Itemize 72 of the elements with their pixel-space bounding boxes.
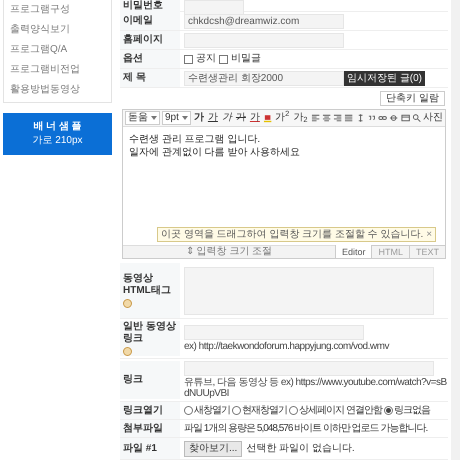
radio-button[interactable] xyxy=(289,406,298,415)
caret-icon xyxy=(151,116,157,120)
banner-title: 배 너 샘 플 xyxy=(33,120,82,134)
table-icon[interactable] xyxy=(400,113,410,123)
hint-text: ex) http://taekwondoforum.happyjung.com/vod.wmv xyxy=(184,341,390,352)
shortcut-button[interactable]: 단축키 일람 xyxy=(380,91,445,106)
font-select[interactable]: 돋움 xyxy=(125,111,160,125)
align-right-icon[interactable] xyxy=(333,113,342,123)
align-left-icon[interactable] xyxy=(310,113,320,123)
search-icon[interactable] xyxy=(412,113,421,123)
format-button[interactable]: 가$_{2}$ xyxy=(292,112,308,124)
option-label: 비밀글 xyxy=(231,53,261,65)
radio-label: 현재창열기 xyxy=(242,404,287,416)
radio-button[interactable] xyxy=(384,406,393,415)
radio-button[interactable] xyxy=(232,406,241,415)
editor-text: 일자에 관계없이 다름 받아 사용하세요 xyxy=(129,146,302,159)
help-icon[interactable] xyxy=(123,299,132,308)
format-button[interactable]: 가 xyxy=(192,112,205,124)
field-label: 일반 동영상 링크 xyxy=(123,321,177,345)
field-label: 비밀번호 xyxy=(123,0,164,12)
browse-button[interactable]: 찾아보기... xyxy=(184,440,242,456)
photo-button[interactable]: 사진 xyxy=(423,112,443,124)
file-status: 선택한 파일이 없습니다. xyxy=(246,442,355,454)
radio-label: 새창열기 xyxy=(194,404,230,416)
close-button[interactable]: × xyxy=(426,228,432,241)
resize-handle[interactable]: ⇕ 입력창 크기 조절 xyxy=(123,245,335,258)
option-label: 공지 xyxy=(196,53,216,65)
format-button[interactable]: 가 xyxy=(234,112,247,124)
input-field[interactable]: chkdcsh@dreamwiz.com xyxy=(184,14,344,28)
input-field[interactable] xyxy=(184,32,344,48)
banner[interactable]: 배 너 샘 플 가로 210px xyxy=(3,113,112,155)
checkbox[interactable] xyxy=(219,54,228,64)
field-label: 파일 #1 xyxy=(123,442,158,454)
input-field[interactable] xyxy=(184,325,364,340)
sidebar-item[interactable]: 프로그램비전업 xyxy=(4,60,111,80)
sidebar-item[interactable]: 활용방법동영상 xyxy=(4,80,111,100)
field-label: 홈페이지 xyxy=(123,34,164,46)
field-label: 링크열기 xyxy=(123,404,164,416)
radio-button[interactable] xyxy=(184,406,193,415)
banner-subtitle: 가로 210px xyxy=(32,134,83,148)
checkbox[interactable] xyxy=(184,54,193,64)
format-button[interactable]: 가 xyxy=(248,112,261,124)
tooltip-text: 이곳 영역을 드래그하여 입력창 크기를 조절할 수 있습니다. xyxy=(161,228,424,241)
highlighter-icon[interactable] xyxy=(262,113,272,123)
link-icon[interactable] xyxy=(378,113,388,123)
sidebar-item[interactable]: 출력양식보기 xyxy=(4,20,111,40)
align-center-icon[interactable] xyxy=(322,113,331,123)
input-field[interactable] xyxy=(184,0,244,15)
editor-text: 수련생 관리 프로그램 입니다. xyxy=(129,133,262,146)
note-text: 파일 1개의 용량은 5,048,576 바이트 이하만 업로드 가능합니다. xyxy=(184,422,428,434)
format-button[interactable]: 가$^{2}$ xyxy=(274,112,290,124)
format-button[interactable]: 가 xyxy=(206,112,219,124)
field-label: 링크 xyxy=(123,374,144,386)
quote-icon[interactable] xyxy=(366,113,376,123)
field-label: 첨부파일 xyxy=(123,422,164,434)
font-select[interactable]: 9pt xyxy=(162,111,191,125)
format-button[interactable]: 가 xyxy=(220,112,233,124)
field-label: 제 목 xyxy=(123,72,147,84)
align-justify-icon[interactable] xyxy=(344,113,354,123)
input-field[interactable] xyxy=(184,361,434,376)
radio-label: 링크없음 xyxy=(394,404,430,416)
field-label: 이메일 xyxy=(123,15,154,27)
sidebar-item[interactable]: 프로그램Q/A xyxy=(4,40,111,60)
input-field[interactable]: 수련생관리 회장2000 xyxy=(184,70,344,86)
hint-text: 유튜브, 다음 동영상 등 ex) https://www.youtube.com/watch?v=sBdNUUpVBI xyxy=(184,377,448,399)
caret-icon xyxy=(182,116,188,120)
field-label: 옵션 xyxy=(123,53,144,65)
temp-saved-button[interactable]: 임시저장된 글(0) xyxy=(344,70,425,86)
radio-label: 상세페이지 연결안함 xyxy=(299,404,382,416)
help-icon[interactable] xyxy=(123,347,132,356)
sidebar-item[interactable]: 프로그램구성 xyxy=(4,0,111,20)
field-label: 동영상HTML태그 xyxy=(123,273,172,297)
